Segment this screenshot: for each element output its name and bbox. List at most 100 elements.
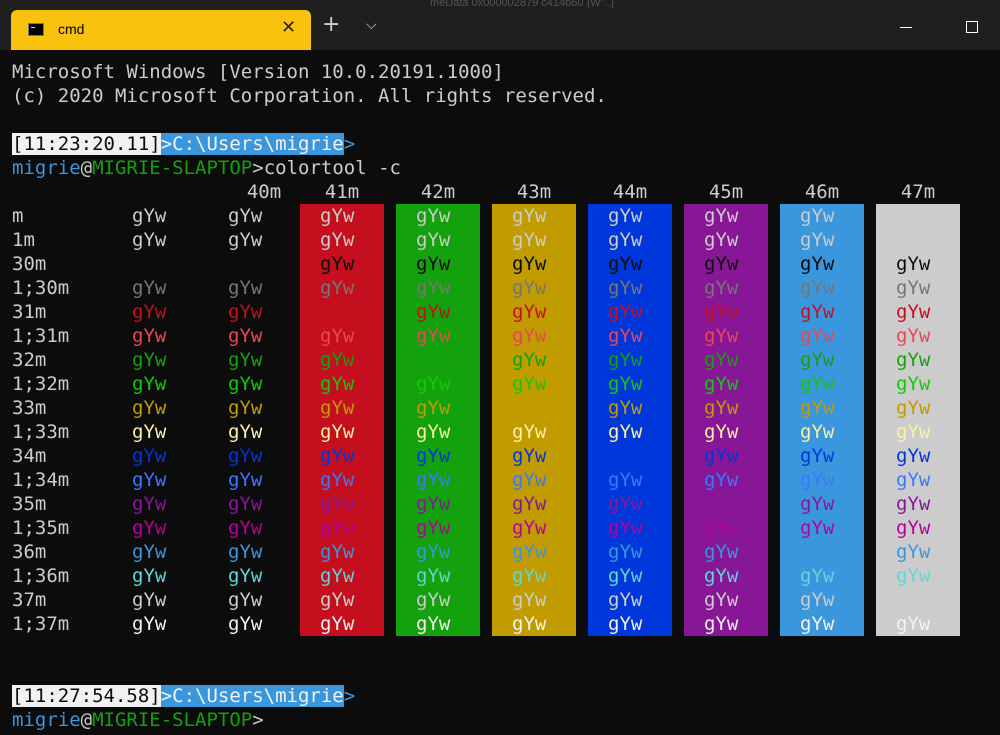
- prompt-arrow: >: [343, 133, 356, 155]
- sample-cell: gYw: [896, 565, 931, 587]
- sample-cell: gYw: [228, 229, 263, 251]
- sample-cell: gYw: [228, 493, 263, 515]
- sample-cell: gYw: [132, 445, 167, 467]
- tab-dropdown-button[interactable]: ⌵: [366, 18, 377, 32]
- row-label: 30m: [12, 253, 47, 275]
- copyright-line: (c) 2020 Microsoft Corporation. All righ…: [12, 85, 607, 107]
- sample-cell: gYw: [896, 325, 931, 347]
- sample-cell: gYw: [800, 469, 835, 491]
- sample-cell: gYw: [896, 469, 931, 491]
- sample-cell: gYw: [320, 277, 355, 299]
- sample-cell: gYw: [320, 397, 355, 419]
- row-label: 1;34m: [12, 469, 70, 491]
- sample-cell: gYw: [512, 421, 547, 443]
- sample-cell: gYw: [704, 229, 739, 251]
- sample-cell: gYw: [800, 445, 835, 467]
- sample-cell: gYw: [416, 205, 451, 227]
- sample-cell: gYw: [704, 253, 739, 275]
- sample-cell: gYw: [132, 469, 167, 491]
- command-text: >colortool -c: [252, 157, 401, 179]
- sample-cell: gYw: [608, 493, 643, 515]
- sample-cell: gYw: [608, 445, 643, 467]
- sample-cell: gYw: [416, 373, 451, 395]
- sample-cell: gYw: [416, 589, 451, 611]
- sample-cell: gYw: [608, 373, 643, 395]
- sample-cell: gYw: [228, 277, 263, 299]
- title-bar: meData 0x000002879 c414b60 {W"..} cmd ✕ …: [0, 0, 1000, 50]
- sample-cell: gYw: [132, 589, 167, 611]
- sample-cell: gYw: [608, 229, 643, 251]
- sample-cell: gYw: [416, 541, 451, 563]
- sample-cell: gYw: [228, 589, 263, 611]
- header-line: Microsoft Windows [Version 10.0.20191.10…: [12, 61, 504, 83]
- sample-cell: gYw: [416, 325, 451, 347]
- sample-cell: gYw: [608, 565, 643, 587]
- column-header: 45m: [708, 181, 744, 203]
- row-label: 34m: [12, 445, 47, 467]
- sample-cell: gYw: [320, 373, 355, 395]
- sample-cell: gYw: [800, 301, 835, 323]
- column-header: 47m: [900, 181, 936, 203]
- sample-cell: gYw: [228, 301, 263, 323]
- user-name: migrie: [12, 157, 81, 179]
- sample-cell: gYw: [704, 277, 739, 299]
- sample-cell: gYw: [132, 493, 167, 515]
- sample-cell: gYw: [228, 373, 263, 395]
- sample-cell: gYw: [320, 541, 355, 563]
- sample-cell: gYw: [512, 469, 547, 491]
- sample-cell: gYw: [320, 445, 355, 467]
- sample-cell: gYw: [132, 541, 167, 563]
- sample-cell: gYw: [416, 301, 451, 323]
- sample-cell: gYw: [512, 613, 547, 635]
- sample-cell: gYw: [132, 349, 167, 371]
- prompt-line: [11:23:20.11]>C:\Users\migrie>: [12, 132, 355, 156]
- sample-cell: gYw: [228, 421, 263, 443]
- background-window-strip: meData 0x000002879 c414b60 {W"..}: [430, 0, 615, 8]
- sample-cell: gYw: [800, 541, 835, 563]
- sample-cell: gYw: [896, 373, 931, 395]
- sample-cell: gYw: [800, 517, 835, 539]
- row-label: 36m: [12, 541, 47, 563]
- timestamp-2: [11:27:54.58]: [12, 685, 161, 707]
- sample-cell: gYw: [512, 541, 547, 563]
- sample-cell: gYw: [512, 325, 547, 347]
- sample-cell: gYw: [416, 253, 451, 275]
- sample-cell: gYw: [512, 445, 547, 467]
- sample-cell: gYw: [704, 445, 739, 467]
- sample-cell: gYw: [512, 373, 547, 395]
- sample-cell: gYw: [132, 325, 167, 347]
- sample-cell: gYw: [512, 565, 547, 587]
- row-label: 1m: [12, 229, 35, 251]
- sample-cell: gYw: [132, 301, 167, 323]
- sample-cell: gYw: [704, 373, 739, 395]
- sample-cell: gYw: [132, 517, 167, 539]
- sample-cell: gYw: [896, 205, 931, 227]
- maximize-icon[interactable]: [966, 21, 978, 33]
- sample-cell: gYw: [800, 613, 835, 635]
- tab-cmd[interactable]: cmd ✕: [11, 10, 311, 50]
- sample-cell: gYw: [132, 205, 167, 227]
- at-sign-2: @: [80, 709, 93, 731]
- sample-cell: gYw: [416, 445, 451, 467]
- new-tab-button[interactable]: +: [322, 14, 340, 36]
- sample-cell: gYw: [132, 253, 167, 275]
- close-tab-icon[interactable]: ✕: [281, 19, 296, 37]
- column-header: 43m: [516, 181, 552, 203]
- sample-cell: gYw: [228, 517, 263, 539]
- sample-cell: gYw: [896, 493, 931, 515]
- sample-cell: gYw: [320, 325, 355, 347]
- host-name: MIGRIE-SLAPTOP: [92, 157, 253, 179]
- sample-cell: gYw: [320, 205, 355, 227]
- minimize-icon[interactable]: [900, 27, 912, 28]
- sample-cell: gYw: [704, 469, 739, 491]
- tab-title: cmd: [58, 21, 85, 37]
- sample-cell: gYw: [800, 349, 835, 371]
- sample-cell: gYw: [896, 229, 931, 251]
- command-line: migrie@MIGRIE-SLAPTOP>colortool -c: [12, 156, 401, 180]
- row-label: 1;37m: [12, 613, 70, 635]
- sample-cell: gYw: [608, 349, 643, 371]
- sample-cell: gYw: [228, 205, 263, 227]
- terminal-output[interactable]: Microsoft Windows [Version 10.0.20191.10…: [0, 50, 1000, 735]
- column-header: 46m: [804, 181, 840, 203]
- sample-cell: gYw: [132, 421, 167, 443]
